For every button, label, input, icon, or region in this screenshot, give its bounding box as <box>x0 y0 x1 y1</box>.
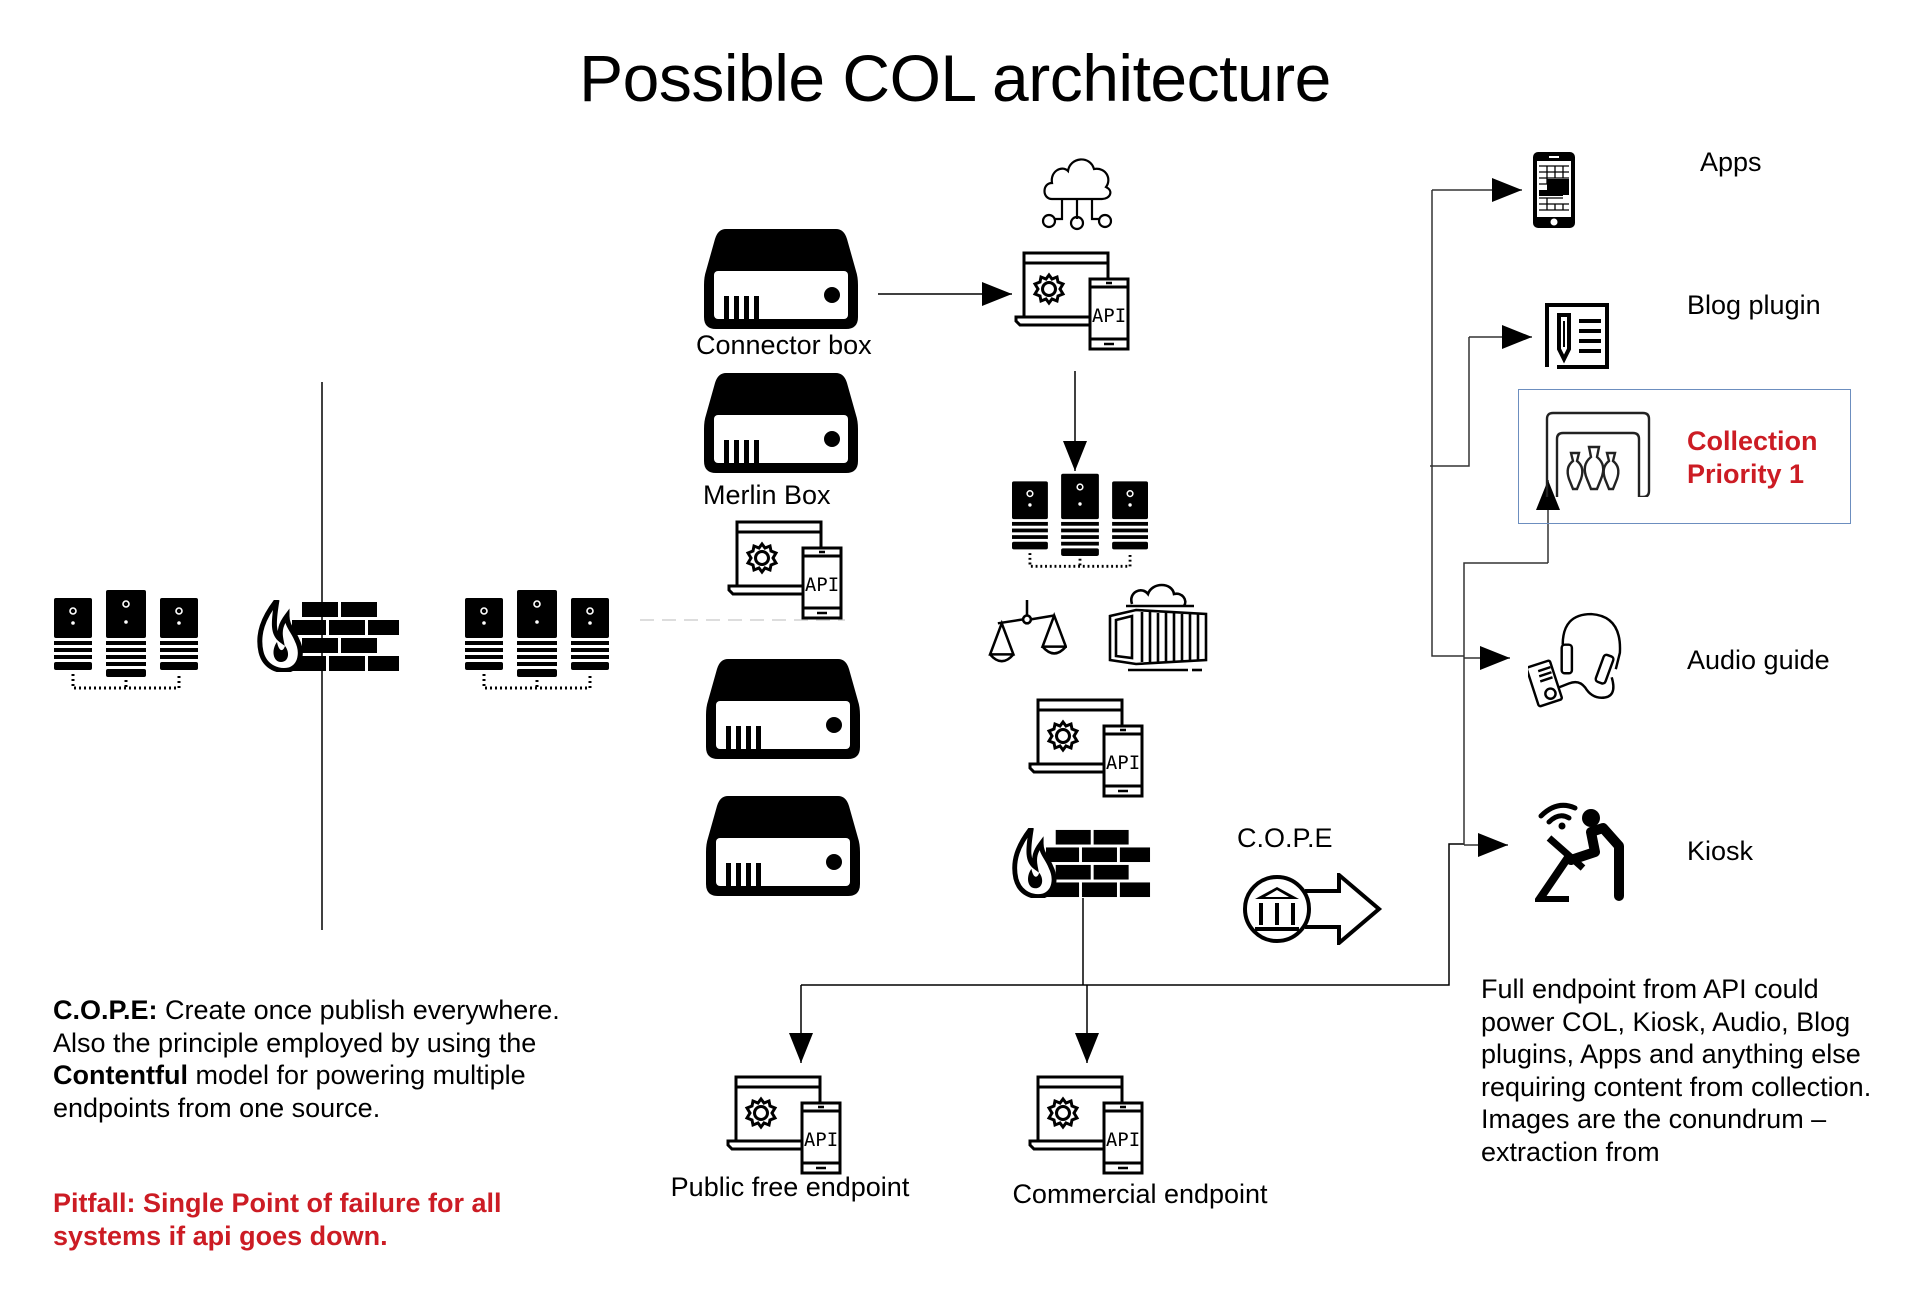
api-icon <box>727 520 843 620</box>
api-icon <box>1028 698 1144 798</box>
scales-icon <box>988 600 1067 663</box>
cope-term: C.O.P.E: <box>53 995 158 1025</box>
api-icon <box>1014 251 1130 351</box>
server-cluster-icon <box>465 590 609 690</box>
drive-icon <box>706 659 860 759</box>
output-label-blog-plugin: Blog plugin <box>1687 290 1821 320</box>
output-label-kiosk: Kiosk <box>1687 836 1754 866</box>
server-cluster-icon <box>54 590 198 690</box>
public-endpoint-api-icon <box>726 1075 842 1175</box>
cloud-network-icon <box>1041 158 1113 231</box>
cope-note: C.O.P.E: Create once publish everywhere.… <box>53 994 593 1124</box>
inner-trunk-line <box>1463 562 1548 845</box>
cope-museum-arrow-icon <box>1243 873 1381 945</box>
firewall-icon <box>260 600 399 671</box>
contentful-brand: Contentful <box>53 1060 188 1090</box>
output-label-collection: Collection <box>1687 426 1818 456</box>
kiosk-icon <box>1539 805 1619 900</box>
merlin-box-icon <box>704 373 858 473</box>
drive-icon <box>706 796 860 896</box>
pitfall-note: Pitfall: Single Point of failure for all… <box>53 1188 502 1251</box>
server-cluster-icon <box>1012 472 1148 568</box>
blog-edit-icon <box>1545 303 1609 369</box>
endpoint-note: Full endpoint from API could power COL, … <box>1481 974 1872 1167</box>
output-label-apps: Apps <box>1700 147 1762 177</box>
cope-label: C.O.P.E <box>1237 823 1333 853</box>
connector-box-label: Connector box <box>696 330 872 360</box>
page-title: Possible COL architecture <box>579 41 1331 115</box>
commercial-endpoint-api-icon <box>1028 1075 1144 1175</box>
output-label-audio-guide: Audio guide <box>1687 645 1830 675</box>
public-endpoint-label: Public free endpoint <box>670 1172 910 1202</box>
output-label-priority: Priority 1 <box>1687 459 1805 489</box>
audio-guide-icon <box>1528 612 1622 708</box>
connector-box-icon <box>704 229 858 329</box>
container-cloud-icon <box>1108 583 1208 672</box>
smartphone-icon <box>1533 152 1575 228</box>
commercial-endpoint-label: Commercial endpoint <box>1012 1179 1268 1209</box>
merlin-box-label: Merlin Box <box>703 480 831 510</box>
distribution-line <box>801 843 1464 986</box>
outer-trunk-line <box>1431 190 1464 657</box>
blog-branch-line <box>1430 337 1470 467</box>
firewall-icon <box>1015 828 1150 897</box>
